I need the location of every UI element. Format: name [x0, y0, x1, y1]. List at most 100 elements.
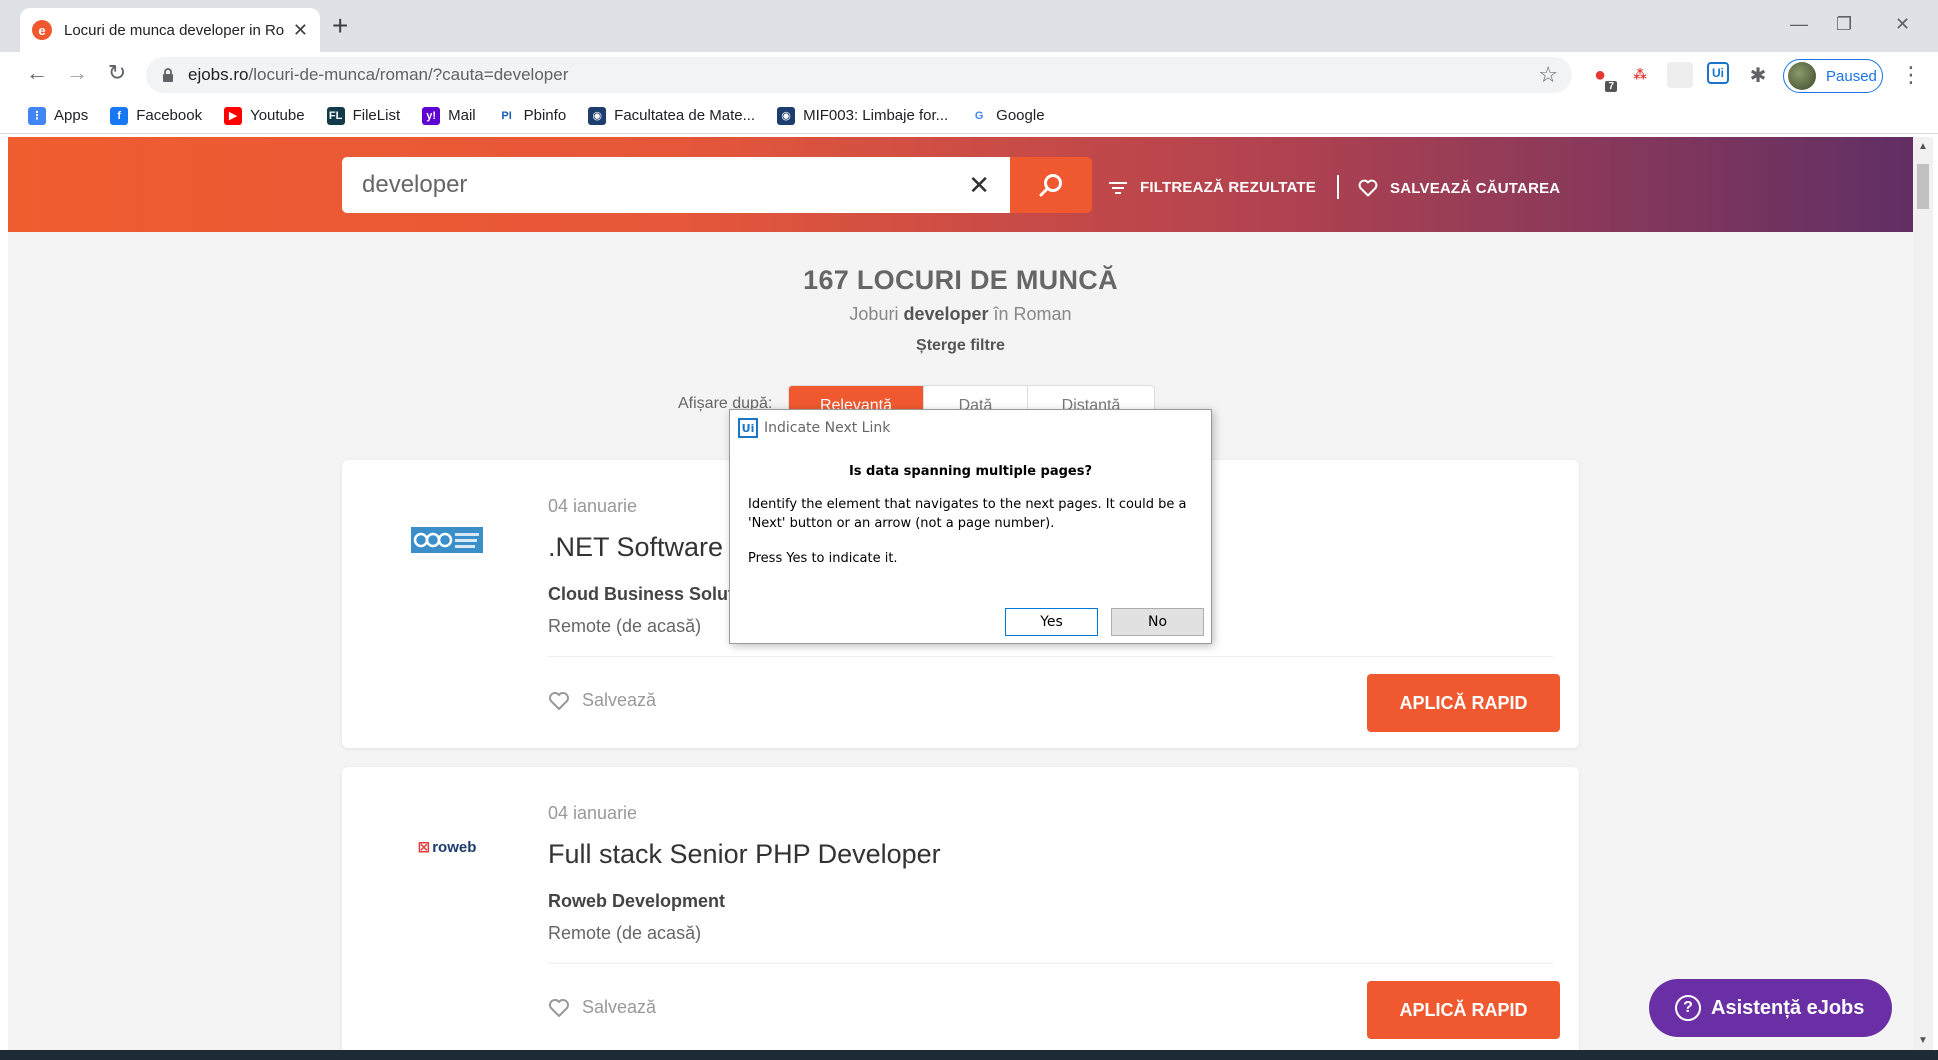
bookmark-item[interactable]: y! Mail	[422, 106, 476, 125]
cloud-business-logo-icon	[411, 527, 483, 553]
scroll-down-icon[interactable]: ▼	[1918, 1035, 1928, 1046]
lock-icon	[163, 68, 173, 82]
ejobs-favicon-icon: e	[32, 20, 52, 40]
heart-icon	[549, 998, 569, 1017]
tab-close-icon[interactable]: ✕	[293, 20, 308, 41]
company-logo	[402, 520, 492, 560]
bookmark-item[interactable]: PI Pbinfo	[497, 106, 567, 125]
indicate-next-link-dialog: Ui Indicate Next Link Is data spanning m…	[729, 409, 1212, 644]
bookmark-item[interactable]: f Facebook	[110, 106, 203, 125]
scroll-up-icon[interactable]: ▲	[1918, 141, 1928, 152]
filter-results-label: FILTREAZĂ REZULTATE	[1140, 179, 1316, 196]
bookmark-item[interactable]: ◉ Facultatea de Mate...	[588, 106, 756, 125]
no-button[interactable]: No	[1111, 608, 1204, 636]
bookmark-label: Facultatea de Mate...	[614, 107, 756, 124]
job-location: Remote (de acasă)	[548, 923, 702, 943]
forward-icon[interactable]: →	[62, 60, 92, 86]
bookmark-label: Facebook	[136, 107, 203, 124]
browser-tab[interactable]: e Locuri de munca developer in Roman ✕	[20, 8, 320, 52]
dialog-titlebar: Ui Indicate Next Link	[730, 410, 1211, 446]
address-bar[interactable]: ejobs.ro/locuri-de-munca/roman/?cauta=de…	[146, 57, 1572, 93]
job-company[interactable]: Roweb Development	[548, 891, 725, 912]
bookmark-item[interactable]: G Google	[970, 106, 1045, 125]
scroll-thumb[interactable]	[1917, 164, 1929, 209]
job-title-link[interactable]: .NET Software	[548, 532, 723, 563]
results-count-title: 167 LOCURI DE MUNCĂ	[803, 265, 1118, 295]
bookmark-label: Google	[996, 107, 1045, 124]
yes-button[interactable]: Yes	[1005, 608, 1098, 636]
adblock-extension-icon[interactable]: ● 7	[1587, 62, 1617, 92]
browser-toolbar: ← → ↻ ejobs.ro/locuri-de-munca/roman/?ca…	[0, 52, 1938, 98]
job-company[interactable]: Cloud Business Soluti	[548, 584, 739, 605]
google-icon: G	[970, 106, 989, 125]
puzzle-extensions-icon[interactable]: ✱	[1745, 62, 1771, 88]
subtitle-suffix: în Roman	[993, 304, 1072, 324]
reload-icon[interactable]: ↻	[102, 60, 132, 86]
page-scrollbar[interactable]: ▲ ▼	[1913, 137, 1933, 1060]
university-icon: ◉	[777, 106, 796, 125]
bookmark-label: FileList	[352, 107, 401, 124]
bookmark-item[interactable]: ▶ Youtube	[224, 106, 305, 125]
extension-badge: 7	[1605, 81, 1617, 92]
browser-tabstrip: e Locuri de munca developer in Roman ✕ +…	[0, 0, 1938, 52]
university-icon: ◉	[588, 106, 607, 125]
ejobs-assistance-button[interactable]: ? Asistență eJobs	[1649, 979, 1892, 1037]
save-search-label: SALVEAZĂ CĂUTAREA	[1390, 179, 1561, 197]
bookmark-label: MIF003: Limbaje for...	[803, 107, 949, 124]
blank-extension-icon[interactable]	[1667, 62, 1693, 88]
filter-icon	[1109, 181, 1127, 194]
bookmark-item[interactable]: ◉ MIF003: Limbaje for...	[777, 106, 949, 125]
card-divider	[548, 656, 1553, 657]
clear-filters-link[interactable]: Șterge filtre	[8, 337, 1913, 355]
quick-apply-button[interactable]: APLICĂ RAPID	[1367, 674, 1560, 732]
save-job-label: Salvează	[582, 690, 657, 710]
minimize-icon[interactable]: —	[1790, 14, 1808, 35]
job-date: 04 ianuarie	[548, 496, 638, 516]
url-text: ejobs.ro/locuri-de-munca/roman/?cauta=de…	[188, 65, 568, 85]
bookmark-item[interactable]: ⋮⋮⋮ Apps	[21, 106, 89, 125]
filter-results-button[interactable]: FILTREAZĂ REZULTATE	[1108, 179, 1316, 196]
url-path: /locuri-de-munca/roman/?cauta=developer	[248, 65, 569, 84]
card-divider	[548, 963, 1553, 964]
bookmark-label: Pbinfo	[523, 107, 567, 124]
yahoo-mail-icon: y!	[422, 106, 441, 125]
bookmark-item[interactable]: FL FileList	[326, 106, 401, 125]
job-card: ⊠ roweb 04 ianuarie Full stack Senior PHP…	[342, 767, 1579, 1055]
tab-title: Locuri de munca developer in Roman	[64, 21, 284, 39]
uipath-extension-icon[interactable]: Ui	[1707, 62, 1729, 84]
subtitle-keyword: developer	[903, 304, 989, 324]
bookmark-label: Apps	[54, 107, 89, 124]
job-title-link[interactable]: Full stack Senior PHP Developer	[548, 839, 941, 870]
profile-button[interactable]: Paused	[1783, 59, 1883, 93]
search-button[interactable]	[1010, 157, 1092, 213]
bookmark-label: Mail	[448, 107, 476, 124]
company-logo: ⊠ roweb	[402, 827, 492, 867]
heart-icon	[1358, 179, 1378, 197]
dialog-heading: Is data spanning multiple pages?	[848, 464, 1093, 479]
bookmarks-bar: ⋮⋮⋮ Apps f Facebook ▶ Youtube FL FileList y! Mail…	[0, 98, 1938, 134]
extension-icon[interactable]: ⁂	[1627, 62, 1653, 88]
quick-apply-button[interactable]: APLICĂ RAPID	[1367, 981, 1560, 1039]
dialog-note: Press Yes to indicate it.	[748, 551, 898, 566]
roweb-logo-text: roweb	[432, 838, 477, 856]
save-job-button[interactable]: Salvează	[548, 690, 656, 711]
avatar	[1788, 62, 1816, 90]
bookmark-star-icon[interactable]: ☆	[1538, 62, 1558, 88]
roweb-logo-icon: ⊠ roweb	[417, 838, 477, 857]
search-input[interactable]: developer ✕	[342, 157, 1010, 213]
clear-search-icon[interactable]: ✕	[968, 170, 990, 201]
filelist-icon: FL	[326, 106, 345, 125]
new-tab-icon[interactable]: +	[332, 12, 348, 40]
subtitle-prefix: Joburi	[849, 304, 899, 324]
taskbar-strip	[0, 1050, 1938, 1060]
browser-menu-icon[interactable]: ⋮	[1900, 62, 1922, 88]
job-date: 04 ianuarie	[548, 803, 638, 823]
save-search-button[interactable]: SALVEAZĂ CĂUTAREA	[1358, 179, 1560, 197]
apps-grid-icon: ⋮⋮⋮	[21, 106, 54, 125]
save-job-button[interactable]: Salvează	[548, 997, 656, 1018]
youtube-icon: ▶	[224, 106, 243, 125]
back-icon[interactable]: ←	[22, 60, 52, 86]
dialog-body: Identify the element that navigates to t…	[748, 497, 1187, 531]
window-close-icon[interactable]: ✕	[1895, 14, 1910, 35]
restore-icon[interactable]: ❐	[1836, 14, 1852, 35]
